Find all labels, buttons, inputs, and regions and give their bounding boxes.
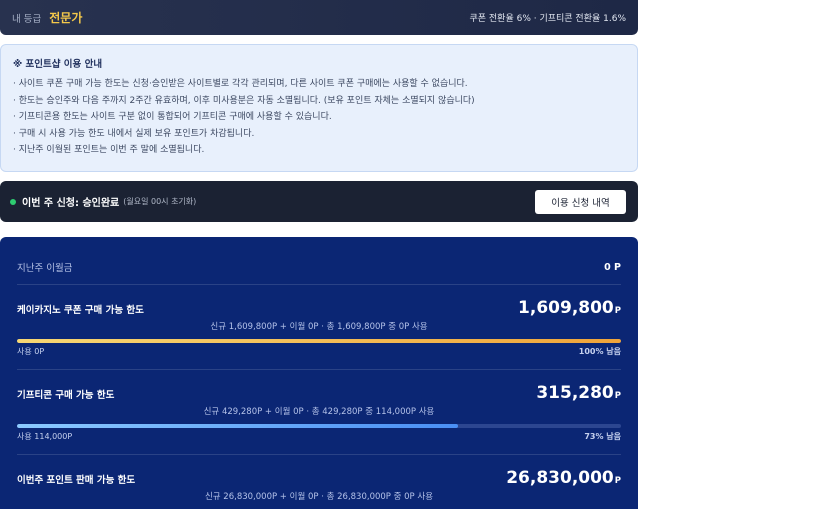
limit-usage-row: 사용 114,000P 73% 남음: [17, 432, 621, 442]
limit-amount-value: 1,609,800: [518, 297, 614, 318]
grade-info: 내 등급 전문가: [12, 9, 82, 26]
notice-item: · 기프티콘용 한도는 사이트 구분 없이 통합되어 기프티콘 구매에 사용할 …: [13, 112, 332, 122]
limit-usage-row: 사용 0P 100% 남음: [17, 347, 621, 357]
limit-amount: 315,280P: [536, 384, 621, 405]
progress-track: [17, 339, 621, 343]
limit-amount: 26,830,000P: [506, 469, 621, 490]
limit-amount: 1,609,800P: [518, 299, 621, 320]
application-history-button[interactable]: 이용 신청 내역: [535, 189, 626, 214]
weekly-application-status: 이번 주 신청: 승인완료 (월요일 00시 초기화) 이용 신청 내역: [0, 181, 638, 222]
limit-amount-value: 315,280: [536, 382, 614, 403]
grade-header: 내 등급 전문가 쿠폰 전환율 6% · 기프티콘 전환율 1.6%: [0, 0, 638, 35]
used-amount: 사용 0P: [17, 347, 45, 356]
limit-amount-unit: P: [614, 305, 621, 316]
limit-detail: 신규 26,830,000P + 이월 0P · 총 26,830,000P 중…: [204, 492, 434, 502]
usage-notice: ※ 포인트샵 이용 안내 · 사이트 쿠폰 구매 가능 한도는 신청·승인받은 …: [0, 44, 638, 172]
limit-amount-unit: P: [614, 475, 621, 486]
notice-item: · 한도는 승인주와 다음 주까지 2주간 유효하며, 이후 미사용분은 자동 …: [13, 95, 475, 106]
notice-item: · 구매 시 사용 가능 한도 내에서 실제 보유 포인트가 차감됩니다.: [13, 128, 255, 139]
carryover-row: 지난주 이월금 0 P: [17, 237, 621, 284]
limit-amount-unit: P: [614, 390, 621, 401]
limit-title: 케이카지노 쿠폰 구매 가능 한도: [17, 305, 144, 316]
point-sale-limit-section: 이번주 포인트 판매 가능 한도 26,830,000P 신규 26,830,0…: [17, 454, 621, 509]
status-dot-icon: [10, 198, 16, 205]
grade-label: 내 등급: [12, 13, 42, 25]
limit-title: 기프티콘 구매 가능 한도: [17, 390, 115, 401]
gifticon-limit-section: 기프티콘 구매 가능 한도 315,280P 신규 429,280P + 이월 …: [17, 369, 621, 454]
point-shop-page: 내 등급 전문가 쿠폰 전환율 6% · 기프티콘 전환율 1.6% ※ 포인트…: [0, 0, 638, 509]
remaining-percent: 73% 남음: [584, 432, 621, 441]
coupon-limit-section: 케이카지노 쿠폰 구매 가능 한도 1,609,800P 신규 1,609,80…: [17, 284, 621, 369]
limit-amount-value: 26,830,000: [506, 467, 614, 488]
limit-title: 이번주 포인트 판매 가능 한도: [17, 475, 136, 486]
status-info: 이번 주 신청: 승인완료 (월요일 00시 초기화): [10, 194, 196, 209]
limit-detail: 신규 1,609,800P + 이월 0P · 총 1,609,800P 중 0…: [210, 322, 428, 332]
conversion-rates: 쿠폰 전환율 6% · 기프티콘 전환율 1.6%: [469, 14, 626, 24]
status-reset-note: (월요일 00시 초기화): [123, 197, 197, 206]
grade-value: 전문가: [49, 11, 83, 25]
progress-track: [17, 424, 621, 428]
status-label: 이번 주 신청: 승인완료: [22, 198, 120, 209]
notice-title: ※ 포인트샵 이용 안내: [13, 59, 103, 70]
notice-item: · 사이트 쿠폰 구매 가능 한도는 신청·승인받은 사이트별로 각각 관리되며…: [13, 79, 468, 89]
progress-fill: [17, 424, 458, 428]
notice-item: · 지난주 이월된 포인트는 이번 주 말에 소멸됩니다.: [13, 145, 205, 155]
progress-fill: [17, 339, 621, 343]
remaining-percent: 100% 남음: [578, 347, 621, 356]
notice-list: · 사이트 쿠폰 구매 가능 한도는 신청·승인받은 사이트별로 각각 관리되며…: [13, 76, 625, 159]
carryover-label: 지난주 이월금: [17, 263, 73, 274]
used-amount: 사용 114,000P: [17, 432, 73, 441]
limits-panel: 지난주 이월금 0 P 케이카지노 쿠폰 구매 가능 한도 1,609,800P…: [0, 237, 638, 509]
carryover-value: 0 P: [604, 261, 621, 273]
limit-detail: 신규 429,280P + 이월 0P · 총 429,280P 중 114,0…: [203, 407, 435, 417]
